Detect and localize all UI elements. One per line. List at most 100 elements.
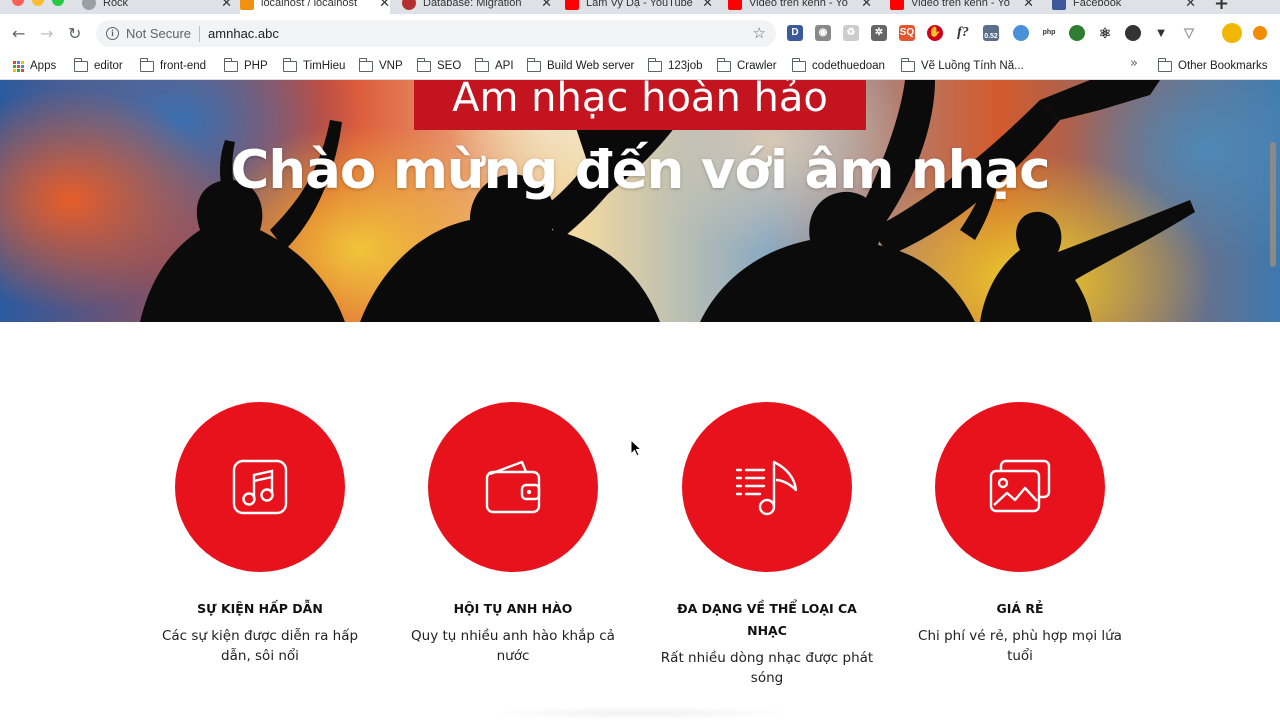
bookmark-label: Build Web server xyxy=(547,60,635,72)
tab-facebook[interactable]: Facebook ✕ xyxy=(1052,0,1196,14)
bookmarks-overflow-button[interactable]: » xyxy=(1130,56,1138,71)
forward-button[interactable]: → xyxy=(40,24,53,43)
update-icon[interactable] xyxy=(1253,26,1267,40)
bookmark-label: SEO xyxy=(437,60,462,72)
feature-title: SỰ KIỆN HẤP DẪN xyxy=(197,601,323,616)
tab-youtube-channel[interactable]: Video trên kênh - Yo ✕ xyxy=(728,0,872,14)
tab-youtube[interactable]: Lam Vy Dạ - YouTube ✕ xyxy=(565,0,713,14)
tab-youtube-channel-2[interactable]: Video trên kênh - Yo ✕ xyxy=(890,0,1034,14)
folder-icon xyxy=(716,57,731,72)
tab-localhost[interactable]: localhost / localhost ✕ xyxy=(240,0,390,14)
minimize-window-button[interactable] xyxy=(32,0,44,6)
feature-description: Chi phí vé rẻ, phù hợp mọi lứa tuổi xyxy=(918,628,1122,664)
bookmark-apps[interactable]: Apps xyxy=(13,57,56,75)
bookmark-folder-other[interactable]: Other Bookmarks xyxy=(1157,57,1267,75)
gallery-icon xyxy=(989,459,1051,513)
youtube-icon xyxy=(565,0,579,10)
tab-label: Video trên kênh - Yo xyxy=(911,0,1010,9)
close-tab-icon[interactable]: ✕ xyxy=(541,0,552,11)
zoom-window-button[interactable] xyxy=(52,0,64,6)
bookmark-folder-editor[interactable]: editor xyxy=(73,57,123,75)
page-scrollbar[interactable] xyxy=(1270,142,1276,267)
gear-icon[interactable]: ✲ xyxy=(871,25,887,41)
bookmark-label: VNP xyxy=(379,60,403,72)
bookmark-folder-vnp[interactable]: VNP xyxy=(358,57,403,75)
extension-sq-icon[interactable]: SQ xyxy=(899,25,915,41)
adblock-icon[interactable]: ✋ xyxy=(927,25,943,41)
hero-banner: Âm nhạc hoàn hảo Chào mừng đến với âm nh… xyxy=(0,80,1280,322)
bookmark-star-icon[interactable]: ☆ xyxy=(753,24,766,42)
tab-favicon-icon xyxy=(240,0,254,10)
bookmark-folder-codethuedoan[interactable]: codethuedoan xyxy=(791,57,885,75)
bookmark-label: front-end xyxy=(160,60,207,72)
folder-icon xyxy=(416,57,431,72)
bookmark-label: Vẽ Luồng Tính Nă... xyxy=(921,60,1024,72)
feature-description: Quy tụ nhiều anh hào khắp cả nước xyxy=(411,628,615,664)
bookmark-folder-123job[interactable]: 123job xyxy=(647,57,703,75)
tab-label: localhost / localhost xyxy=(261,0,357,9)
close-tab-icon[interactable]: ✕ xyxy=(379,0,390,11)
extension-badge-icon[interactable]: 0.52 xyxy=(983,25,999,41)
security-label: Not Secure xyxy=(126,26,192,41)
hero-title: Chào mừng đến với âm nhạc xyxy=(230,140,1050,201)
bookmark-folder-php[interactable]: PHP xyxy=(223,57,268,75)
back-button[interactable]: ← xyxy=(12,24,25,43)
folder-icon xyxy=(900,57,915,72)
bookmark-folder-build-web-server[interactable]: Build Web server xyxy=(526,57,635,75)
globe-icon[interactable] xyxy=(1013,25,1029,41)
php-icon[interactable]: php xyxy=(1041,25,1057,41)
tab-favicon-icon xyxy=(82,0,96,10)
close-tab-icon[interactable]: ✕ xyxy=(221,0,232,11)
camera-icon[interactable]: ◉ xyxy=(815,25,831,41)
recycle-icon[interactable]: ♻ xyxy=(843,25,859,41)
bookmark-folder-api[interactable]: API xyxy=(474,57,514,75)
address-bar[interactable]: i Not Secure amnhac.abc ☆ xyxy=(96,20,776,47)
tab-rock[interactable]: Rock ✕ xyxy=(82,0,232,14)
vue-icon[interactable]: ▼ xyxy=(1153,25,1169,41)
bookmark-label: TimHieu xyxy=(303,60,346,72)
bookmark-folder-front-end[interactable]: front-end xyxy=(139,57,207,75)
close-tab-icon[interactable]: ✕ xyxy=(1185,0,1196,11)
bookmark-label: PHP xyxy=(244,60,268,72)
folder-icon xyxy=(526,57,541,72)
feature-description: Rất nhiều dòng nhạc được phát sóng xyxy=(660,650,874,686)
close-window-button[interactable] xyxy=(12,0,24,6)
folder-icon xyxy=(73,57,88,72)
bookmark-folder-seo[interactable]: SEO xyxy=(416,57,462,75)
url-text[interactable]: amnhac.abc xyxy=(208,26,279,41)
bookmark-label: Apps xyxy=(30,60,57,72)
react-icon[interactable]: ⚛ xyxy=(1097,25,1113,41)
browser-toolbar: ← → ↻ i Not Secure amnhac.abc ☆ D ◉ ♻ ✲ … xyxy=(0,14,1280,52)
info-icon[interactable]: i xyxy=(106,27,119,40)
avatar[interactable] xyxy=(1222,23,1242,43)
hero-badge: Âm nhạc hoàn hảo xyxy=(414,80,866,130)
extension-d-icon[interactable]: D xyxy=(787,25,803,41)
bookmark-folder-timhieu[interactable]: TimHieu xyxy=(282,57,346,75)
wallet-icon xyxy=(485,460,541,514)
page-viewport: Âm nhạc hoàn hảo Chào mừng đến với âm nh… xyxy=(0,80,1280,720)
close-tab-icon[interactable]: ✕ xyxy=(861,0,872,11)
mask-icon[interactable] xyxy=(1125,25,1141,41)
vue-devtools-icon[interactable]: ▽ xyxy=(1181,25,1197,41)
folder-icon xyxy=(139,57,154,72)
function-icon[interactable]: f? xyxy=(955,25,971,41)
bookmark-folder-crawler[interactable]: Crawler xyxy=(716,57,777,75)
bookmark-label: Crawler xyxy=(737,60,777,72)
tab-database[interactable]: Database: Migration ✕ xyxy=(402,0,552,14)
feature-icon-circle xyxy=(175,402,345,572)
folder-icon xyxy=(282,57,297,72)
new-tab-button[interactable]: + xyxy=(1214,0,1229,14)
tab-strip: Rock ✕ localhost / localhost ✕ Database:… xyxy=(0,0,1280,14)
feature-title: HỘI TỤ ANH HÀO xyxy=(453,601,573,616)
feature-title: GIÁ RẺ xyxy=(996,601,1044,616)
youtube-icon xyxy=(890,0,904,10)
reload-button[interactable]: ↻ xyxy=(68,24,81,43)
close-tab-icon[interactable]: ✕ xyxy=(702,0,713,11)
bookmark-folder-ve-luong[interactable]: Vẽ Luồng Tính Nă... xyxy=(900,57,1024,75)
leaf-icon[interactable] xyxy=(1069,25,1085,41)
folder-icon xyxy=(647,57,662,72)
feature-icon-circle xyxy=(935,402,1105,572)
facebook-icon xyxy=(1052,0,1066,10)
close-tab-icon[interactable]: ✕ xyxy=(1023,0,1034,11)
folder-icon xyxy=(474,57,489,72)
